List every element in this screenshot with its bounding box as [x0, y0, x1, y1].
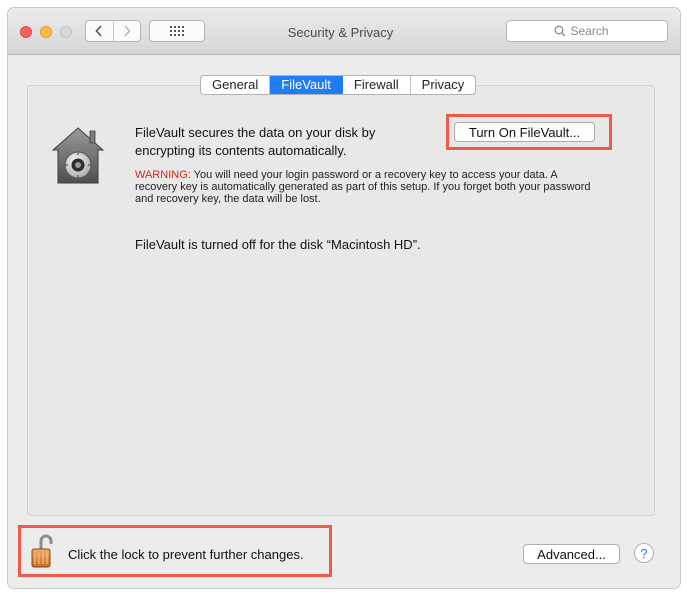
- filevault-description: FileVault secures the data on your disk …: [135, 125, 376, 158]
- tab-bar: General FileVault Firewall Privacy: [200, 75, 477, 95]
- search-field[interactable]: [506, 20, 668, 42]
- search-icon: [554, 25, 565, 37]
- navigation-buttons: [85, 20, 141, 42]
- unlocked-padlock-icon[interactable]: [30, 533, 54, 569]
- show-all-button[interactable]: [149, 20, 205, 42]
- chevron-right-icon: [124, 25, 131, 37]
- tab-privacy[interactable]: Privacy: [411, 76, 476, 94]
- minimize-window-button[interactable]: [40, 26, 52, 38]
- advanced-button[interactable]: Advanced...: [523, 544, 620, 564]
- search-input[interactable]: [570, 24, 621, 38]
- filevault-status: FileVault is turned off for the disk “Ma…: [135, 237, 421, 252]
- preferences-window: Security & Privacy General FileVault Fir…: [8, 8, 680, 588]
- back-button[interactable]: [86, 21, 114, 41]
- forward-button[interactable]: [114, 21, 141, 41]
- lock-instruction: Click the lock to prevent further change…: [68, 547, 304, 562]
- window-title: Security & Privacy: [287, 25, 394, 40]
- tab-general[interactable]: General: [201, 76, 271, 94]
- close-window-button[interactable]: [20, 26, 32, 38]
- warning-text: You will need your login password or a r…: [135, 169, 591, 205]
- turn-on-filevault-button[interactable]: Turn On FileVault...: [454, 122, 595, 142]
- tab-firewall[interactable]: Firewall: [343, 76, 411, 94]
- zoom-window-button[interactable]: [60, 26, 72, 38]
- help-button[interactable]: ?: [634, 543, 654, 563]
- title-bar: Security & Privacy: [8, 8, 680, 55]
- warning-label: WARNING:: [135, 169, 191, 181]
- warning-message: WARNING: You will need your login passwo…: [135, 169, 595, 205]
- grid-icon: [170, 26, 184, 36]
- tab-filevault[interactable]: FileVault: [270, 76, 343, 94]
- filevault-house-icon: [52, 127, 104, 184]
- chevron-left-icon: [95, 25, 102, 37]
